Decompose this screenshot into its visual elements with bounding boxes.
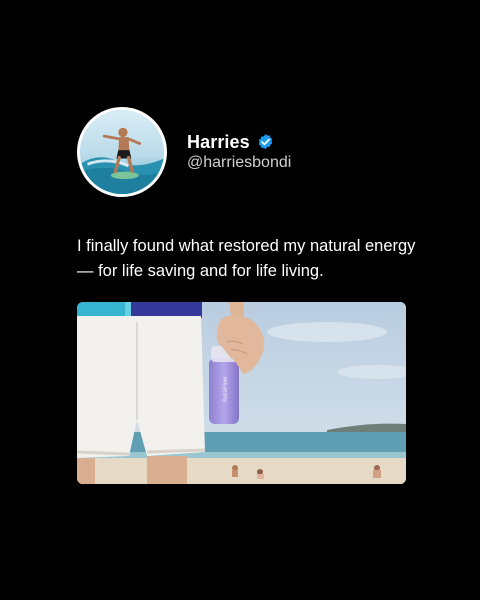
verified-badge-icon xyxy=(258,133,272,149)
profile-avatar[interactable] xyxy=(77,107,167,197)
svg-text:AuraFlow: AuraFlow xyxy=(223,376,229,402)
tweet-media-image[interactable]: AuraFlow xyxy=(77,302,406,484)
surfer-avatar-icon xyxy=(80,110,164,194)
display-name[interactable]: Harries xyxy=(187,132,250,153)
beach-photo-with-drink-can-icon: AuraFlow xyxy=(77,302,406,484)
tweet-card: Harries @harriesbondi I finally found wh… xyxy=(0,0,480,600)
name-row: Harries xyxy=(187,131,275,153)
user-handle[interactable]: @harriesbondi xyxy=(187,154,291,172)
tweet-text: I finally found what restored my natural… xyxy=(77,237,416,280)
